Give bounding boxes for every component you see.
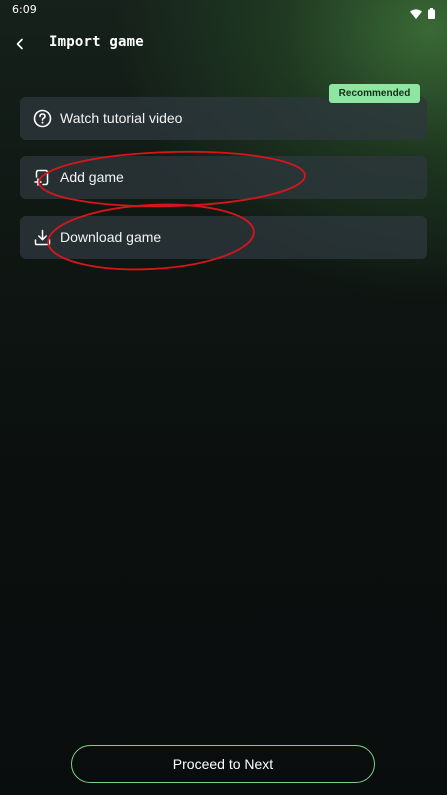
watch-tutorial-button[interactable]: Watch tutorial video [20,97,427,140]
download-icon [33,228,52,247]
download-game-button[interactable]: Download game [20,216,427,259]
help-circle-icon [33,109,52,128]
recommended-badge: Recommended [329,84,420,103]
chevron-left-icon [15,35,25,54]
option-label: Add game [60,169,124,185]
battery-icon [428,4,435,23]
status-icons [410,4,435,23]
option-label: Download game [60,229,162,245]
status-bar: 6:09 [0,0,447,20]
proceed-to-next-button[interactable]: Proceed to Next [71,745,375,783]
wifi-icon [410,4,422,23]
status-time: 6:09 [12,3,37,16]
page-title: Import game [49,34,144,50]
add-file-icon [33,168,52,187]
add-game-button[interactable]: Add game [20,156,427,199]
option-label: Watch tutorial video [60,110,183,126]
back-button[interactable] [10,34,30,54]
